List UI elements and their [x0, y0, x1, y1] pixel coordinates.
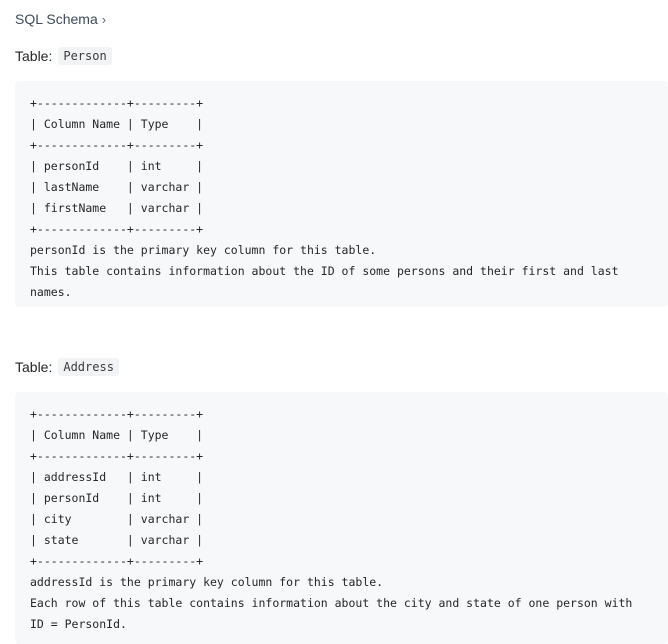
address-schema-code-block: +-------------+---------+ | Column Name …	[15, 392, 668, 644]
table-name-chip: Address	[58, 358, 119, 376]
chevron-right-icon[interactable]: ›	[102, 13, 106, 26]
address-schema-code: +-------------+---------+ | Column Name …	[30, 407, 633, 631]
person-schema-code-block: +-------------+---------+ | Column Name …	[15, 81, 668, 307]
problem-schema-panel: SQL Schema › Table: Person +------------…	[0, 0, 668, 644]
sql-schema-link[interactable]: SQL Schema ›	[15, 11, 106, 27]
table-label: Table:	[15, 359, 53, 375]
person-schema-code: +-------------+---------+ | Column Name …	[30, 96, 619, 299]
table-heading-address: Table: Address	[15, 358, 119, 376]
table-name-chip: Person	[58, 47, 112, 65]
table-label: Table:	[15, 48, 53, 64]
sql-schema-label[interactable]: SQL Schema	[15, 11, 98, 27]
table-heading-person: Table: Person	[15, 47, 112, 65]
